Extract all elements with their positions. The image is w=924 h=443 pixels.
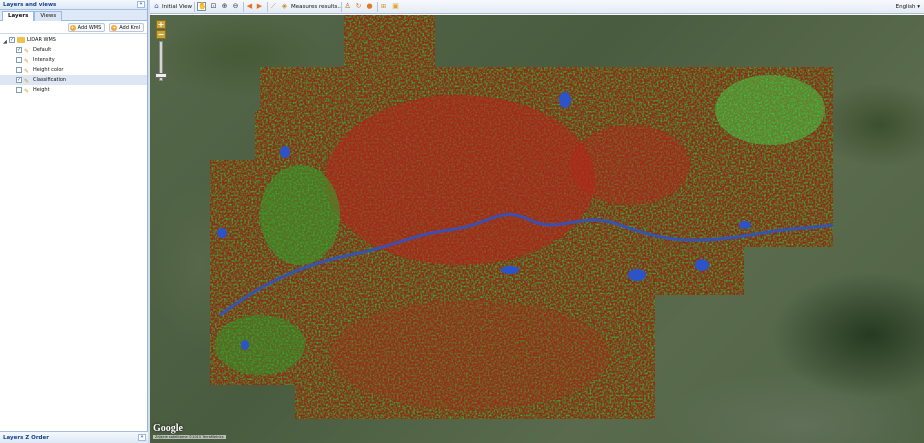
expand-z-order-button[interactable]: » — [138, 434, 146, 441]
toolbar-separator — [194, 2, 195, 12]
map-toolbar: ⌂ Initial View ✋ ⊡ ⊕ ⊖ ◀ ▶ ⟋ ◈ Measures … — [150, 0, 924, 14]
refresh-icon[interactable]: ↻ — [355, 3, 362, 10]
back-arrow-icon[interactable]: ◀ — [246, 3, 253, 10]
zoom-in-icon[interactable]: ⊕ — [221, 3, 228, 10]
info-icon[interactable]: ♙ — [344, 3, 351, 10]
layer-tree: ◢ ✓ LIDAR WMS ✓ ✎ Default ✎ Intensity ✎ … — [0, 34, 147, 95]
map-attribution: Zdjęcie satelitarne ©2015 TerraMetrics — [153, 435, 226, 439]
chevron-down-icon: ▾ — [917, 4, 920, 10]
layer-checkbox[interactable] — [16, 87, 22, 93]
language-label: English — [895, 4, 916, 10]
zoom-control: + − — [156, 20, 166, 40]
layers-z-order-title: Layers Z Order — [3, 435, 49, 441]
forward-arrow-icon[interactable]: ▶ — [256, 3, 263, 10]
layers-toolbar: + Add WMS + Add Kml — [0, 21, 147, 34]
add-icon: + — [69, 24, 76, 31]
map-view[interactable]: + − Google Zdjęcie satelitarne ©2015 Ter… — [150, 15, 924, 443]
layer-style-icon: ✎ — [24, 88, 30, 95]
add-wms-button[interactable]: + Add WMS — [67, 23, 106, 32]
zoom-slider-thumb[interactable] — [155, 73, 167, 78]
layers-panel: Layers and views « Layers Views + Add WMS … — [0, 0, 148, 443]
zoom-out-icon[interactable]: ⊖ — [232, 3, 239, 10]
zoom-box-icon[interactable]: ⊡ — [210, 3, 217, 10]
initial-view-button[interactable]: Initial View — [162, 2, 192, 12]
tree-node-height[interactable]: ✎ Height — [0, 85, 147, 95]
add-icon: + — [111, 24, 118, 31]
layer-checkbox[interactable]: ✓ — [9, 37, 15, 43]
pan-hand-icon[interactable]: ✋ — [197, 2, 207, 11]
toolbar-separator — [267, 2, 268, 12]
lidar-overlay — [210, 15, 833, 419]
tree-node-lidar-wms[interactable]: ◢ ✓ LIDAR WMS — [0, 35, 147, 45]
measure-ruler-icon[interactable]: ⟋ — [270, 3, 277, 10]
lidar-coverage — [210, 15, 833, 419]
toolbar-separator — [341, 2, 342, 12]
layer-checkbox[interactable] — [16, 57, 22, 63]
tree-node-label: Height color — [33, 67, 64, 73]
add-kml-button[interactable]: + Add Kml — [109, 23, 144, 32]
panel-tabs: Layers Views — [0, 10, 147, 21]
measures-results-button[interactable]: Measures results... — [291, 2, 343, 12]
tree-node-classification[interactable]: ✓ ✎ Classification — [0, 75, 147, 85]
folder-icon — [17, 37, 25, 43]
image-icon[interactable]: ▣ — [392, 3, 399, 10]
export-icon[interactable]: ⊞ — [380, 3, 387, 10]
add-kml-label: Add Kml — [119, 25, 140, 31]
add-wms-label: Add WMS — [77, 25, 102, 31]
tree-node-label: Classification — [33, 77, 67, 83]
tree-node-intensity[interactable]: ✎ Intensity — [0, 55, 147, 65]
layers-panel-header: Layers and views « — [0, 0, 147, 10]
tree-node-height-color[interactable]: ✎ Height color — [0, 65, 147, 75]
tree-node-label: Height — [33, 87, 50, 93]
tab-views[interactable]: Views — [34, 11, 63, 21]
zoom-in-button[interactable]: + — [156, 20, 166, 29]
tree-node-default[interactable]: ✓ ✎ Default — [0, 45, 147, 55]
tree-node-label: Default — [33, 47, 52, 53]
layer-checkbox[interactable] — [16, 67, 22, 73]
stop-icon[interactable]: ● — [366, 3, 373, 10]
measure-area-icon[interactable]: ◈ — [281, 3, 288, 10]
language-select[interactable]: English ▾ — [896, 2, 920, 12]
google-logo: Google — [153, 423, 183, 434]
layers-panel-title: Layers and views — [3, 2, 57, 8]
collapse-panel-button[interactable]: « — [137, 1, 145, 8]
tab-layers[interactable]: Layers — [2, 11, 35, 21]
home-icon[interactable]: ⌂ — [153, 3, 160, 10]
layers-z-order-header[interactable]: Layers Z Order » — [0, 431, 148, 443]
toolbar-separator — [243, 2, 244, 12]
tree-node-label: Intensity — [33, 57, 55, 63]
toolbar-separator — [377, 2, 378, 12]
layer-checkbox[interactable]: ✓ — [16, 77, 22, 83]
layer-checkbox[interactable]: ✓ — [16, 47, 22, 53]
tree-node-label: LIDAR WMS — [27, 37, 56, 43]
zoom-out-button[interactable]: − — [156, 30, 166, 39]
